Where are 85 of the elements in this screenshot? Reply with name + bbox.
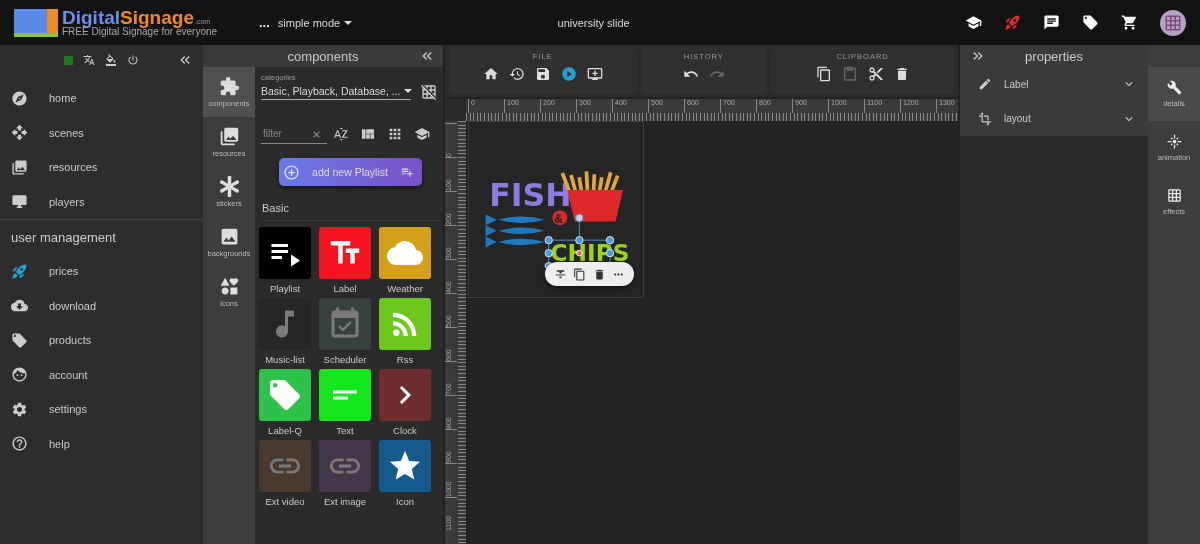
copy-icon[interactable] — [573, 267, 587, 281]
layout-icon — [978, 111, 992, 126]
paint-bucket-icon[interactable] — [105, 54, 117, 66]
nav-item[interactable]: home — [0, 81, 203, 116]
fish-word: FISH — [489, 176, 572, 213]
graduation-cap-icon[interactable] — [414, 126, 430, 142]
component-tile[interactable]: Playlist — [259, 227, 311, 294]
chat-icon[interactable] — [1043, 14, 1060, 31]
brand-name: Digital — [62, 8, 121, 27]
preview-button[interactable] — [586, 66, 603, 82]
image-stack-icon — [11, 158, 28, 176]
tag-icon[interactable] — [1082, 14, 1099, 31]
home-button[interactable] — [482, 66, 499, 82]
caret-icon — [404, 89, 413, 93]
property-section[interactable]: Label — [960, 67, 1148, 102]
brand-tagline: FREE Digital Signage for everyone — [62, 27, 218, 37]
dot-grid-icon — [1166, 188, 1182, 203]
puzzle-icon — [218, 76, 240, 97]
nav-item[interactable]: scenes — [0, 115, 203, 150]
compass-icon — [11, 89, 28, 107]
component-tile[interactable]: Label — [319, 227, 371, 294]
component-tile[interactable]: Text — [319, 369, 371, 436]
cart-icon[interactable] — [1121, 14, 1138, 31]
help-icon — [11, 435, 28, 453]
document-title: university slide — [556, 16, 631, 29]
reload-icon — [508, 66, 525, 82]
reload-button[interactable] — [508, 66, 525, 82]
nav-item[interactable]: download — [0, 288, 203, 323]
save-button[interactable] — [534, 66, 551, 82]
pencil-icon — [978, 77, 992, 92]
nav-item[interactable]: products — [0, 323, 203, 358]
nav-item[interactable]: help — [0, 426, 203, 461]
brand-name-suffix: Signage — [120, 8, 194, 27]
component-tile[interactable]: Label-Q — [259, 369, 311, 436]
power-icon[interactable] — [127, 54, 139, 66]
panel-title: components — [287, 48, 359, 64]
nav-item[interactable]: prices — [0, 254, 203, 289]
text-style-icon[interactable] — [554, 267, 568, 281]
graduation-cap-icon[interactable] — [965, 14, 982, 31]
play-button[interactable] — [560, 66, 577, 82]
paste-icon — [841, 66, 858, 82]
save-icon — [534, 66, 551, 82]
nav-item[interactable]: players — [0, 184, 203, 219]
property-section[interactable]: layout — [960, 101, 1148, 136]
component-tile[interactable]: Rss — [379, 298, 431, 365]
copy-button[interactable] — [815, 66, 832, 82]
home-icon — [482, 66, 499, 82]
ampersand-badge: & — [552, 210, 568, 226]
asterisk-icon — [218, 176, 240, 197]
group-heading: Basic — [262, 202, 439, 221]
grid-icon[interactable] — [387, 126, 403, 142]
tag-icon — [11, 331, 28, 349]
filter-field[interactable]: filter — [261, 124, 327, 144]
copy-icon — [815, 66, 832, 82]
more-menu[interactable]: ... — [259, 15, 270, 30]
shapes-icon — [218, 276, 240, 297]
nav-item[interactable]: account — [0, 357, 203, 392]
sort-az-icon[interactable] — [333, 126, 349, 142]
translate-icon[interactable] — [83, 54, 95, 66]
sparkle-icon — [1166, 134, 1182, 149]
fish-drawing — [485, 214, 545, 248]
cut-button[interactable] — [867, 66, 884, 82]
nav-item[interactable]: settings — [0, 392, 203, 427]
face-icon — [11, 366, 28, 384]
avatar-icon[interactable] — [1160, 9, 1186, 36]
mode-dropdown[interactable]: simple mode — [277, 16, 353, 29]
rocket-icon — [11, 262, 28, 280]
add-screen-icon — [586, 66, 603, 82]
layout-icon[interactable] — [360, 126, 376, 142]
grid-off-icon[interactable] — [421, 84, 437, 100]
nav-item[interactable]: resources — [0, 150, 203, 185]
component-tile[interactable]: Weather — [379, 227, 431, 294]
component-tile[interactable]: Icon — [379, 440, 431, 507]
logo-icon — [14, 8, 58, 37]
component-tile[interactable]: Clock — [379, 369, 431, 436]
settings-icon — [11, 400, 28, 418]
wrench-icon — [1166, 80, 1182, 95]
cut-icon — [867, 66, 884, 82]
image-stack-icon — [218, 126, 240, 147]
caret-icon — [344, 20, 353, 25]
panel-title: properties — [1025, 48, 1083, 64]
move-arrows-icon — [11, 124, 28, 142]
rocket-icon[interactable] — [1004, 14, 1021, 31]
play-icon — [560, 66, 577, 82]
monitor-icon — [11, 193, 28, 211]
